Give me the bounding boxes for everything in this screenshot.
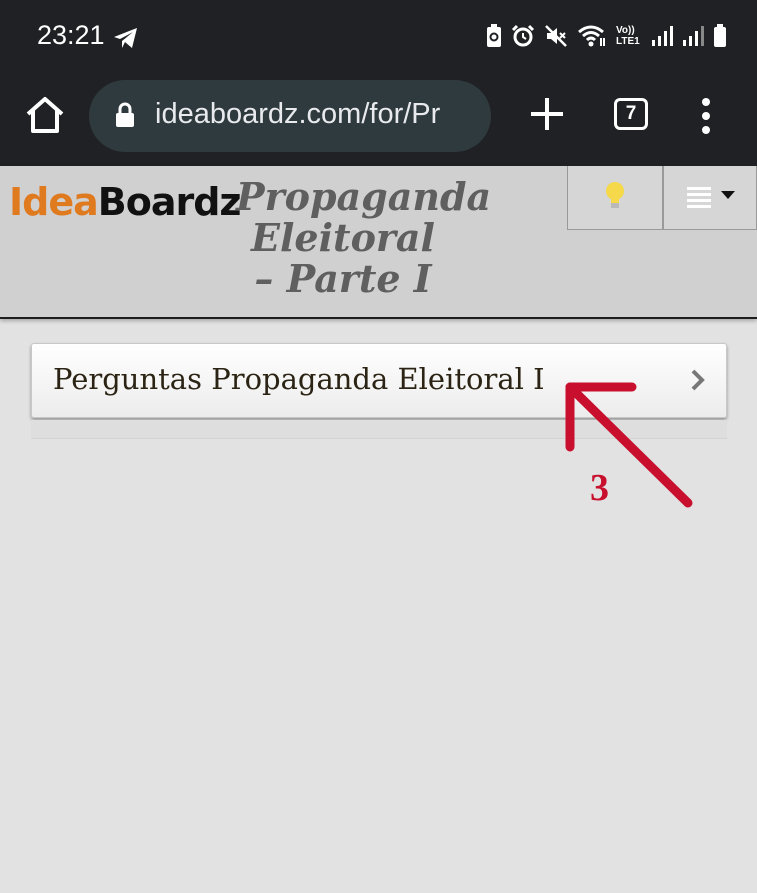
mute-icon — [545, 25, 567, 47]
section-item-label: Perguntas Propaganda Eleitoral I — [53, 362, 545, 396]
annotation-arrow-icon — [565, 382, 693, 508]
telegram-icon — [114, 28, 137, 48]
battery-saver-icon — [487, 24, 501, 47]
site-header: IdeaBoardz Propaganda Eleitoral – Parte … — [0, 166, 757, 319]
battery-icon — [714, 24, 726, 47]
list-icon — [687, 187, 711, 208]
more-menu-icon[interactable] — [700, 98, 712, 134]
board-title: Propaganda Eleitoral – Parte I — [236, 174, 492, 301]
signal-icon — [652, 26, 673, 46]
annotation-number: 3 — [590, 467, 609, 509]
home-icon[interactable] — [24, 94, 66, 136]
lightbulb-icon — [606, 182, 624, 208]
tab-switcher-button[interactable]: 7 — [614, 98, 648, 130]
wifi-icon — [578, 25, 605, 47]
signal-icon — [683, 26, 704, 46]
list-menu-button[interactable] — [663, 166, 757, 230]
ideaboardz-logo[interactable]: IdeaBoardz — [9, 180, 242, 224]
alarm-icon — [511, 24, 535, 47]
new-tab-icon[interactable] — [529, 96, 565, 132]
idea-button[interactable] — [567, 166, 663, 230]
status-icons: Vo)) LTE1 — [486, 24, 727, 48]
volte-icon: Vo)) LTE1 — [616, 25, 640, 47]
browser-chrome: 23:21 Vo)) LTE1 ideaboardz.com/for/Pr 7 — [0, 0, 757, 166]
lock-icon — [116, 102, 134, 127]
caret-down-icon — [721, 191, 735, 199]
status-time: 23:21 — [37, 20, 105, 50]
url-text[interactable]: ideaboardz.com/for/Pr — [155, 98, 440, 131]
address-bar[interactable]: ideaboardz.com/for/Pr — [89, 80, 491, 152]
